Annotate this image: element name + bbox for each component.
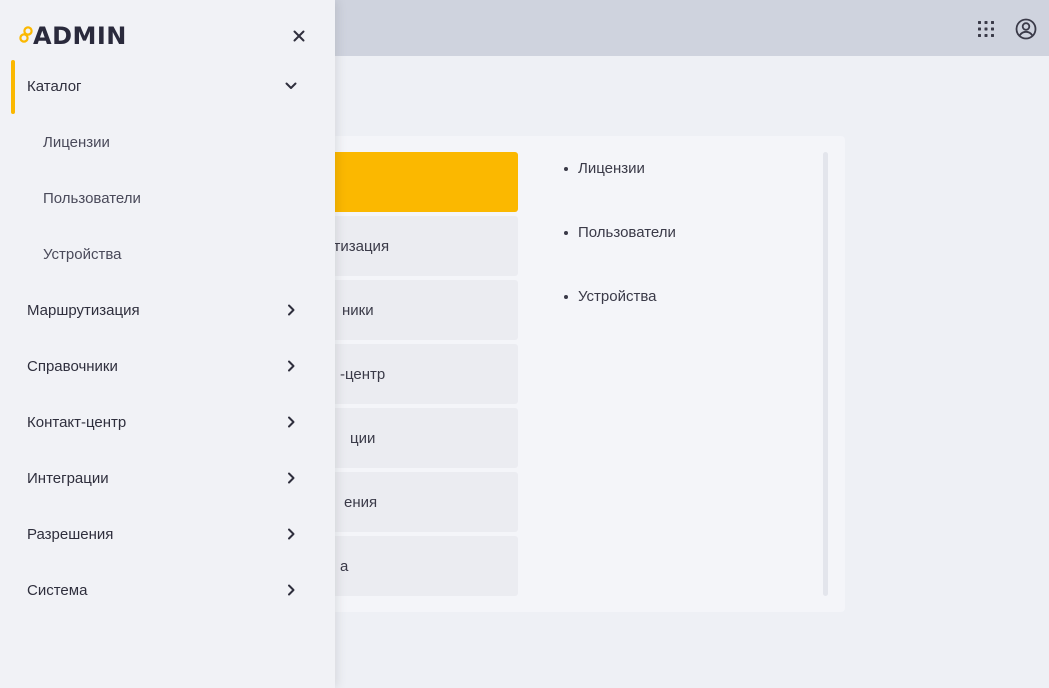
sidebar-subitem-label: Лицензии: [43, 133, 110, 151]
sidebar-item-label: Разрешения: [27, 525, 114, 543]
sidebar-subitem-devices[interactable]: Устройства: [0, 226, 335, 282]
sidebar-item-label: Система: [27, 581, 88, 599]
card-scrollbar[interactable]: [823, 152, 828, 596]
sub-item-label: Устройства: [578, 288, 657, 305]
active-indicator: [11, 60, 15, 114]
chevron-right-icon: [283, 526, 299, 542]
chevron-down-icon: [283, 78, 299, 94]
sidebar-subitem-users[interactable]: Пользователи: [0, 170, 335, 226]
sidebar-subitem-label: Пользователи: [43, 189, 141, 207]
bullet-icon: [564, 167, 568, 171]
logo: ADMIN: [19, 22, 127, 50]
sidebar-item-label: Каталог: [27, 77, 82, 95]
logo-mark-icon: [19, 26, 33, 43]
sidebar-item-catalog[interactable]: Каталог: [0, 58, 335, 114]
sub-item-devices[interactable]: Устройства: [564, 288, 676, 352]
sidebar-item-label: Маршрутизация: [27, 301, 140, 319]
sub-item-label: Лицензии: [578, 160, 645, 177]
sidebar-item-routing[interactable]: Маршрутизация: [0, 282, 335, 338]
sidebar-item-integrations[interactable]: Интеграции: [0, 450, 335, 506]
chevron-right-icon: [283, 582, 299, 598]
header-actions: [971, 14, 1041, 44]
sidebar-item-label: Справочники: [27, 357, 118, 375]
logo-text: ADMIN: [33, 22, 127, 50]
sidebar-item-system[interactable]: Система: [0, 562, 335, 618]
sub-item-label: Пользователи: [578, 224, 676, 241]
catalog-sub-list: Лицензии Пользователи Устройства: [564, 160, 676, 352]
chevron-right-icon: [283, 470, 299, 486]
bullet-icon: [564, 295, 568, 299]
sidebar-item-permissions[interactable]: Разрешения: [0, 506, 335, 562]
grid-icon[interactable]: [971, 14, 1001, 44]
sidebar-subitem-label: Устройства: [43, 245, 122, 263]
chevron-right-icon: [283, 302, 299, 318]
user-circle-icon[interactable]: [1011, 14, 1041, 44]
sidebar-item-label: Интеграции: [27, 469, 109, 487]
chevron-right-icon: [283, 358, 299, 374]
sidebar-subitem-licenses[interactable]: Лицензии: [0, 114, 335, 170]
close-icon[interactable]: [286, 26, 312, 46]
chevron-right-icon: [283, 414, 299, 430]
bullet-icon: [564, 231, 568, 235]
sub-item-users[interactable]: Пользователи: [564, 224, 676, 288]
sidebar-drawer: ADMIN Каталог Лицензии Пользователи Устр…: [0, 0, 335, 688]
sidebar-item-contact-center[interactable]: Контакт-центр: [0, 394, 335, 450]
sidebar-item-directories[interactable]: Справочники: [0, 338, 335, 394]
sub-item-licenses[interactable]: Лицензии: [564, 160, 676, 224]
sidebar-item-label: Контакт-центр: [27, 413, 127, 431]
